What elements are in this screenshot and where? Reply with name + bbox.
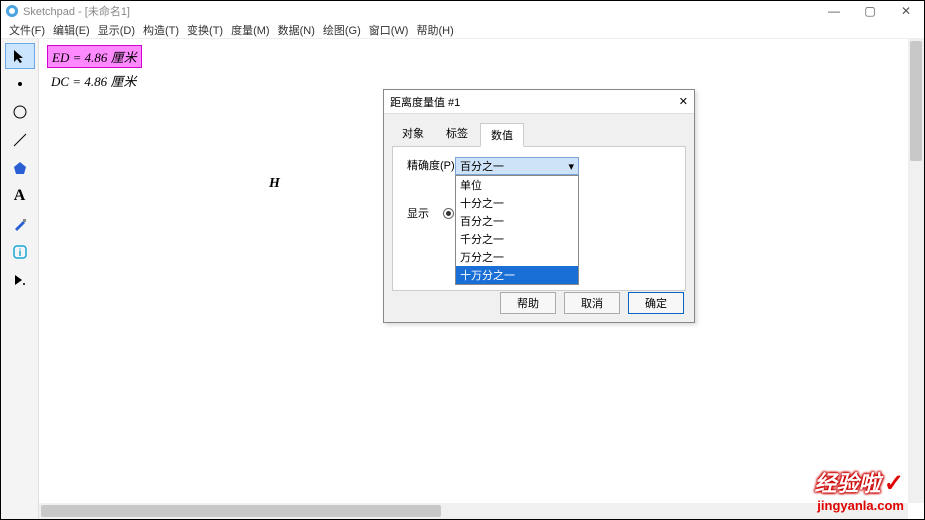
watermark-url: jingyanla.com bbox=[815, 498, 904, 513]
vertical-scrollbar[interactable] bbox=[908, 39, 924, 503]
marker-tool[interactable] bbox=[5, 211, 35, 237]
geometry-drawing: H D C A B E I bbox=[39, 39, 339, 189]
menu-graph[interactable]: 绘图(G) bbox=[323, 22, 361, 38]
precision-option-3[interactable]: 千分之一 bbox=[456, 230, 578, 248]
label-H: H bbox=[268, 176, 281, 189]
horizontal-scrollbar[interactable] bbox=[39, 503, 908, 519]
menu-edit[interactable]: 编辑(E) bbox=[53, 22, 90, 38]
dialog-body: 精确度(P) 百分之一 ▾ 单位 十分之一 百分之一 千分之一 万分之一 十万分… bbox=[392, 147, 686, 291]
watermark: 经验啦 ✓ jingyanla.com bbox=[815, 466, 904, 513]
menu-data[interactable]: 数据(N) bbox=[278, 22, 315, 38]
tool-palette: A i bbox=[1, 39, 39, 519]
window-title: Sketchpad - [未命名1] bbox=[23, 3, 130, 19]
text-tool[interactable]: A bbox=[5, 183, 35, 209]
menu-construct[interactable]: 构造(T) bbox=[143, 22, 179, 38]
precision-option-1[interactable]: 十分之一 bbox=[456, 194, 578, 212]
dialog-close-icon[interactable]: ✕ bbox=[679, 95, 688, 108]
dialog-buttons: 帮助 取消 确定 bbox=[500, 292, 684, 314]
precision-selected: 百分之一 bbox=[460, 158, 504, 174]
precision-option-2[interactable]: 百分之一 bbox=[456, 212, 578, 230]
ok-button[interactable]: 确定 bbox=[628, 292, 684, 314]
precision-option-0[interactable]: 单位 bbox=[456, 176, 578, 194]
minimize-button[interactable]: — bbox=[816, 1, 852, 21]
menubar: 文件(F) 编辑(E) 显示(D) 构造(T) 变换(T) 度量(M) 数据(N… bbox=[1, 21, 924, 39]
line-tool[interactable] bbox=[5, 127, 35, 153]
precision-combo[interactable]: 百分之一 ▾ 单位 十分之一 百分之一 千分之一 万分之一 十万分之一 bbox=[455, 157, 579, 175]
polygon-tool[interactable] bbox=[5, 155, 35, 181]
close-button[interactable]: ✕ bbox=[888, 1, 924, 21]
point-tool[interactable] bbox=[5, 71, 35, 97]
menu-help[interactable]: 帮助(H) bbox=[416, 22, 453, 38]
vertical-scrollbar-thumb[interactable] bbox=[910, 41, 922, 161]
window-controls: — ▢ ✕ bbox=[816, 1, 924, 21]
titlebar: Sketchpad - [未命名1] — ▢ ✕ bbox=[1, 1, 924, 21]
arrow-tool[interactable] bbox=[5, 43, 35, 69]
chevron-down-icon: ▾ bbox=[568, 160, 574, 173]
measurement-properties-dialog: 距离度量值 #1 ✕ 对象 标签 数值 精确度(P) 百分之一 ▾ 单位 十分之… bbox=[383, 89, 695, 323]
tab-value[interactable]: 数值 bbox=[480, 123, 524, 147]
maximize-button[interactable]: ▢ bbox=[852, 1, 888, 21]
watermark-text: 经验啦 bbox=[815, 471, 881, 496]
horizontal-scrollbar-thumb[interactable] bbox=[41, 505, 441, 517]
dialog-titlebar[interactable]: 距离度量值 #1 ✕ bbox=[384, 90, 694, 114]
precision-option-4[interactable]: 万分之一 bbox=[456, 248, 578, 266]
help-button[interactable]: 帮助 bbox=[500, 292, 556, 314]
tab-object[interactable]: 对象 bbox=[392, 122, 434, 146]
tab-label[interactable]: 标签 bbox=[436, 122, 478, 146]
dialog-tabs: 对象 标签 数值 bbox=[392, 122, 686, 147]
show-label: 显示 bbox=[407, 205, 429, 221]
cancel-button[interactable]: 取消 bbox=[564, 292, 620, 314]
custom-tool[interactable] bbox=[5, 267, 35, 293]
circle-tool[interactable] bbox=[5, 99, 35, 125]
precision-dropdown: 单位 十分之一 百分之一 千分之一 万分之一 十万分之一 bbox=[455, 175, 579, 285]
menu-measure[interactable]: 度量(M) bbox=[231, 22, 270, 38]
svg-text:i: i bbox=[18, 248, 21, 259]
menu-transform[interactable]: 变换(T) bbox=[187, 22, 223, 38]
menu-display[interactable]: 显示(D) bbox=[98, 22, 135, 38]
dialog-title: 距离度量值 #1 bbox=[390, 94, 460, 110]
info-tool[interactable]: i bbox=[5, 239, 35, 265]
menu-file[interactable]: 文件(F) bbox=[9, 22, 45, 38]
precision-option-5[interactable]: 十万分之一 bbox=[456, 266, 578, 284]
app-icon bbox=[5, 4, 19, 18]
menu-window[interactable]: 窗口(W) bbox=[369, 22, 409, 38]
checkmark-icon: ✓ bbox=[884, 470, 904, 497]
